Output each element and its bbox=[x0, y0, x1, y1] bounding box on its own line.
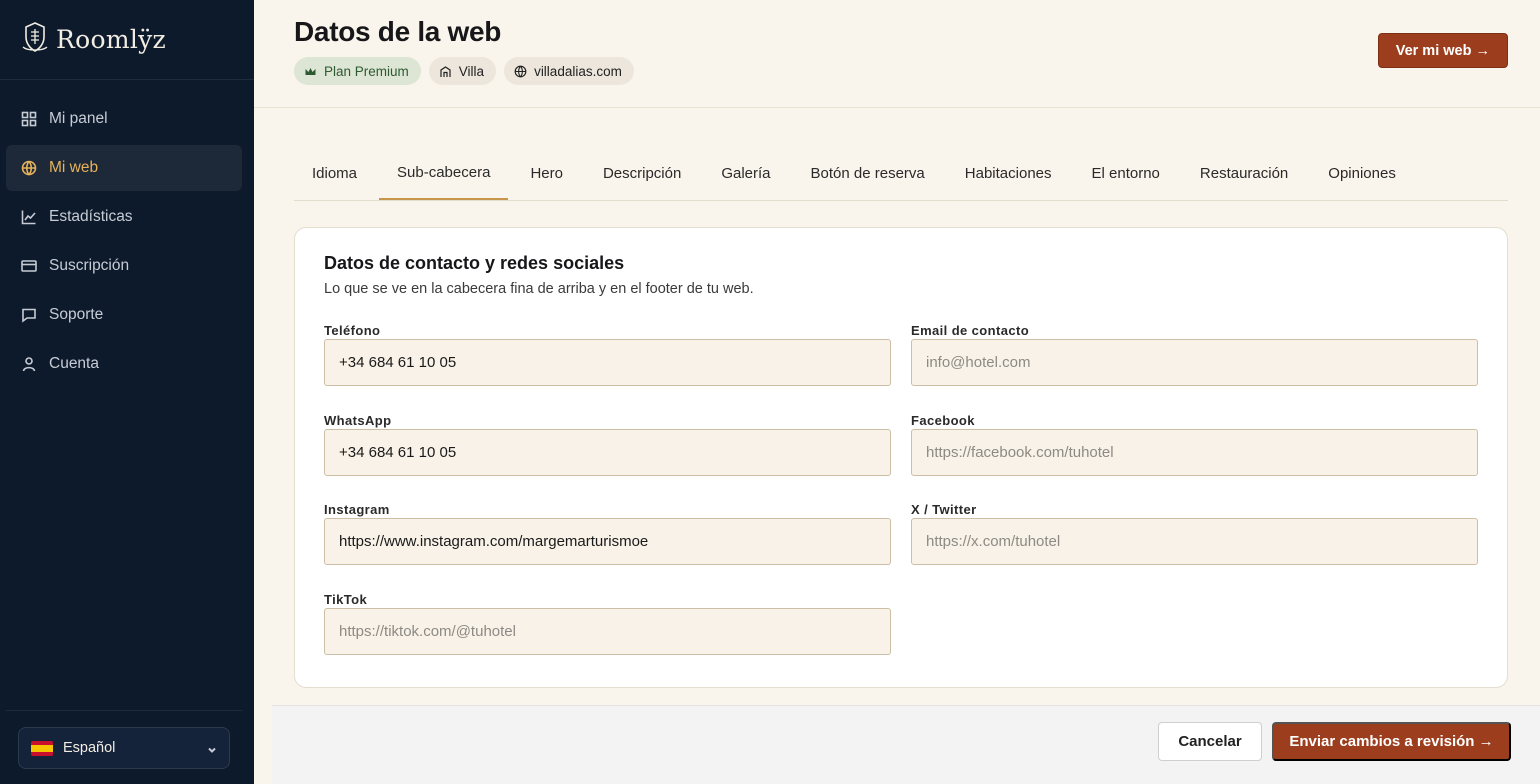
section-title: Datos de contacto y redes sociales bbox=[324, 253, 625, 273]
sidebar-item-label: Mi panel bbox=[49, 110, 108, 127]
twitter-input[interactable] bbox=[911, 518, 1478, 565]
tab-el-entorno[interactable]: El entorno bbox=[1074, 146, 1178, 200]
user-icon bbox=[21, 356, 37, 372]
crown-icon bbox=[304, 65, 317, 78]
tiktok-label: TikTok bbox=[324, 592, 368, 607]
sidebar: Roomlÿz Mi panel Mi web Estadísticas Sus… bbox=[0, 0, 254, 784]
domain-badge: villadalias.com bbox=[504, 57, 634, 85]
language-selector[interactable]: Español bbox=[18, 727, 230, 769]
site-info-chips: Plan Premium Villa villadalias.com bbox=[294, 57, 634, 85]
tab-boton-reserva[interactable]: Botón de reserva bbox=[793, 146, 943, 200]
whatsapp-label: WhatsApp bbox=[324, 413, 392, 428]
tiktok-input[interactable] bbox=[324, 608, 891, 655]
sidebar-nav: Mi panel Mi web Estadísticas Suscripción… bbox=[0, 80, 254, 387]
email-input[interactable] bbox=[911, 339, 1478, 386]
globe-icon bbox=[21, 160, 37, 176]
facebook-field-group: Facebook bbox=[911, 413, 1478, 476]
property-type-label: Villa bbox=[458, 63, 485, 79]
brand-logo[interactable]: Roomlÿz bbox=[0, 0, 254, 80]
section-description: Lo que se ve en la cabecera fina de arri… bbox=[324, 281, 754, 297]
instagram-input[interactable] bbox=[324, 518, 891, 565]
view-website-button[interactable]: Ver mi web → bbox=[1377, 33, 1508, 68]
tab-hero[interactable]: Hero bbox=[512, 146, 581, 200]
plan-badge: Plan Premium bbox=[294, 57, 421, 85]
tab-restauracion[interactable]: Restauración bbox=[1182, 146, 1306, 200]
grid-icon bbox=[21, 111, 37, 127]
email-field-group: Email de contacto bbox=[911, 323, 1478, 386]
crest-icon bbox=[22, 21, 48, 58]
sidebar-item-mi-panel[interactable]: Mi panel bbox=[6, 96, 242, 142]
chart-line-icon bbox=[21, 209, 37, 225]
whatsapp-input[interactable] bbox=[324, 429, 891, 476]
section-tabs: Idioma Sub-cabecera Hero Descripción Gal… bbox=[294, 146, 1508, 201]
page-header: Datos de la web Plan Premium Villa villa… bbox=[254, 0, 1540, 108]
sidebar-item-label: Mi web bbox=[49, 159, 99, 176]
tab-galeria[interactable]: Galería bbox=[703, 146, 788, 200]
tab-idioma[interactable]: Idioma bbox=[294, 146, 375, 200]
whatsapp-field-group: WhatsApp bbox=[324, 413, 891, 476]
sidebar-item-label: Estadísticas bbox=[49, 208, 133, 225]
sidebar-item-mi-web[interactable]: Mi web bbox=[6, 145, 242, 191]
card-icon bbox=[21, 258, 37, 274]
brand-name: Roomlÿz bbox=[56, 25, 167, 54]
cancel-button[interactable]: Cancelar bbox=[1158, 722, 1262, 761]
facebook-input[interactable] bbox=[911, 429, 1478, 476]
sidebar-item-suscripcion[interactable]: Suscripción bbox=[6, 243, 242, 289]
tab-descripcion[interactable]: Descripción bbox=[585, 146, 699, 200]
phone-input[interactable] bbox=[324, 339, 891, 386]
globe-icon bbox=[514, 65, 527, 78]
spain-flag-icon bbox=[31, 740, 53, 756]
sidebar-item-cuenta[interactable]: Cuenta bbox=[6, 341, 242, 387]
page-title: Datos de la web bbox=[294, 16, 502, 47]
email-label: Email de contacto bbox=[911, 323, 1030, 338]
sidebar-item-estadisticas[interactable]: Estadísticas bbox=[6, 194, 242, 240]
tab-sub-cabecera[interactable]: Sub-cabecera bbox=[379, 146, 509, 200]
instagram-label: Instagram bbox=[324, 502, 390, 517]
twitter-field-group: X / Twitter bbox=[911, 502, 1478, 565]
tab-habitaciones[interactable]: Habitaciones bbox=[947, 146, 1070, 200]
sidebar-item-label: Suscripción bbox=[49, 257, 130, 274]
domain-label: villadalias.com bbox=[534, 63, 622, 79]
property-type-badge: Villa bbox=[428, 57, 497, 85]
facebook-label: Facebook bbox=[911, 413, 975, 428]
sidebar-item-soporte[interactable]: Soporte bbox=[6, 292, 242, 338]
tiktok-field-group: TikTok bbox=[324, 592, 891, 655]
submit-for-review-button[interactable]: Enviar cambios a revisión → bbox=[1272, 722, 1511, 761]
chevron-down-icon bbox=[207, 743, 217, 753]
language-label: Español bbox=[63, 740, 116, 756]
twitter-label: X / Twitter bbox=[911, 502, 977, 517]
sidebar-divider bbox=[6, 710, 242, 711]
plan-label: Plan Premium bbox=[324, 63, 409, 79]
chat-icon bbox=[21, 307, 37, 323]
action-bar: Cancelar Enviar cambios a revisión → bbox=[272, 705, 1540, 784]
phone-field-group: Teléfono bbox=[324, 323, 891, 386]
sidebar-item-label: Soporte bbox=[49, 306, 104, 323]
tab-opiniones[interactable]: Opiniones bbox=[1310, 146, 1414, 200]
sidebar-item-label: Cuenta bbox=[49, 355, 99, 372]
instagram-field-group: Instagram bbox=[324, 502, 891, 565]
building-icon bbox=[439, 65, 452, 78]
phone-label: Teléfono bbox=[324, 323, 381, 338]
contact-social-card: Datos de contacto y redes sociales Lo qu… bbox=[294, 227, 1508, 688]
